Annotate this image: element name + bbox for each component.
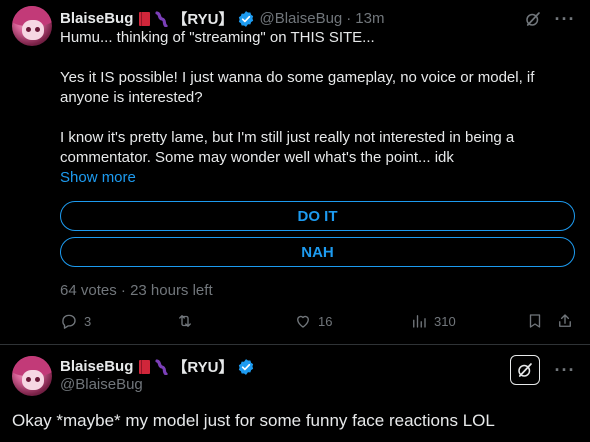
worm-emoji: [155, 358, 168, 375]
views-count: 310: [434, 313, 456, 329]
tweet-text: Okay *maybe* my model just for some funn…: [12, 411, 495, 430]
book-emoji: [139, 11, 151, 26]
tweet-paragraph: Humu... thinking of "streaming" on THIS …: [60, 29, 375, 46]
verified-icon: [239, 358, 254, 375]
tweet-main[interactable]: BlaiseBug 【RYU】 @BlaiseBug · 13m ··· Hum…: [0, 0, 590, 345]
avatar[interactable]: [12, 356, 52, 396]
bookmark-icon: [529, 314, 541, 328]
separator-dot: ·: [120, 282, 126, 299]
avatar[interactable]: [12, 6, 52, 46]
reply-button[interactable]: 3: [60, 312, 91, 330]
tweet-paragraph: I know it's pretty lame, but I'm still j…: [60, 129, 515, 166]
timestamp[interactable]: 13m: [355, 10, 384, 27]
reply-count: 3: [84, 313, 92, 329]
poll-meta: 64 votes · 23 hours left: [60, 282, 213, 299]
views-button[interactable]: 310: [410, 312, 456, 330]
tweet-header: BlaiseBug 【RYU】: [60, 356, 255, 377]
share-icon: [559, 314, 571, 327]
share-button[interactable]: [556, 312, 574, 330]
more-icon[interactable]: ···: [554, 359, 576, 381]
retweet-icon: [179, 315, 191, 327]
tweet-header: BlaiseBug 【RYU】 @BlaiseBug · 13m: [60, 8, 384, 29]
poll-votes: 64 votes: [60, 282, 117, 299]
author-name[interactable]: BlaiseBug: [60, 10, 133, 27]
author-handle[interactable]: @BlaiseBug: [60, 376, 143, 393]
tweet-paragraph: Yes it IS possible! I just wanna do some…: [60, 69, 535, 106]
like-button[interactable]: 16: [294, 312, 332, 330]
tweet-top-actions: ···: [522, 8, 576, 30]
author-tag: 【RYU】: [172, 359, 234, 376]
tweet-top-actions: ···: [510, 355, 576, 385]
retweet-button[interactable]: [176, 312, 200, 330]
more-icon[interactable]: ···: [554, 8, 576, 30]
like-icon: [297, 315, 309, 328]
separator-dot: ·: [346, 10, 352, 27]
author-tag: 【RYU】: [172, 11, 234, 28]
reply-icon: [62, 314, 76, 329]
book-emoji: [139, 359, 151, 374]
author-handle[interactable]: @BlaiseBug: [259, 10, 342, 27]
verified-icon: [239, 10, 254, 27]
tweet-actions: 3 16 310: [60, 312, 575, 334]
views-icon: [413, 315, 426, 328]
poll-option-nah[interactable]: NAH: [60, 237, 575, 267]
author-name[interactable]: BlaiseBug: [60, 358, 133, 375]
poll-option-do-it[interactable]: DO IT: [60, 201, 575, 231]
like-count: 16: [318, 313, 333, 329]
poll-time-left: 23 hours left: [130, 282, 213, 299]
worm-emoji: [155, 10, 168, 27]
show-more-link[interactable]: Show more: [60, 169, 136, 186]
bookmark-button[interactable]: [526, 312, 544, 330]
tweet-text: Humu... thinking of "streaming" on THIS …: [60, 28, 570, 188]
grok-icon[interactable]: [510, 355, 540, 385]
grok-icon[interactable]: [522, 8, 544, 30]
